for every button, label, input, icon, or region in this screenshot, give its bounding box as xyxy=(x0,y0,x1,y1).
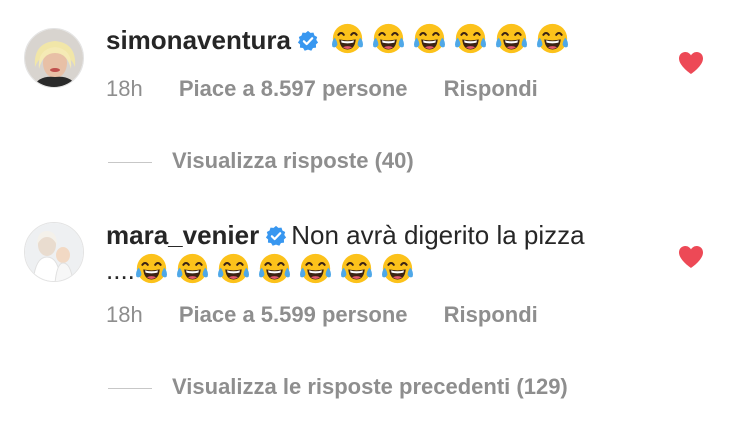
tears-of-joy-emoji xyxy=(299,253,331,284)
view-replies-label: Visualizza le risposte precedenti (129) xyxy=(172,374,568,399)
comment-mara-venier: mara_venier Non avrà digerito la pizza .… xyxy=(0,200,750,433)
emoji-row xyxy=(323,23,569,55)
likes-count-button[interactable]: Piace a 8.597 persone xyxy=(179,76,408,101)
likes-count-button[interactable]: Piace a 5.599 persone xyxy=(179,302,408,327)
tears-of-joy-emoji xyxy=(495,23,527,54)
tears-of-joy-emoji xyxy=(372,23,404,54)
tears-of-joy-emoji xyxy=(413,23,445,54)
reply-button[interactable]: Rispondi xyxy=(444,76,538,101)
comment-body: mara_venier Non avrà digerito la pizza .… xyxy=(106,218,666,287)
reply-button[interactable]: Rispondi xyxy=(444,302,538,327)
verified-badge-icon xyxy=(297,30,319,51)
emoji-row xyxy=(127,253,414,285)
heart-icon[interactable] xyxy=(678,51,704,75)
username[interactable]: mara_venier xyxy=(106,220,259,250)
username[interactable]: simonaventura xyxy=(106,25,291,55)
comment-meta: 18h Piace a 5.599 persone Rispondi xyxy=(106,302,568,328)
comment-simonaventura: simonaventura 18h Piace a 8.597 persone … xyxy=(0,0,750,200)
comment-time: 18h xyxy=(106,76,143,101)
tears-of-joy-emoji xyxy=(258,253,290,284)
avatar-mara-venier[interactable] xyxy=(24,222,84,282)
view-replies-button[interactable]: Visualizza risposte (40) xyxy=(108,148,414,174)
comment-body: simonaventura xyxy=(106,22,666,57)
divider-line xyxy=(108,387,152,389)
view-previous-replies-button[interactable]: Visualizza le risposte precedenti (129) xyxy=(108,374,568,400)
tears-of-joy-emoji xyxy=(331,23,363,54)
avatar-simonaventura[interactable] xyxy=(24,28,84,88)
heart-icon[interactable] xyxy=(678,245,704,269)
view-replies-label: Visualizza risposte (40) xyxy=(172,148,414,173)
tears-of-joy-emoji xyxy=(454,23,486,54)
divider-line xyxy=(108,161,152,163)
comment-text: Non avrà digerito la pizza xyxy=(291,220,585,250)
comment-meta: 18h Piace a 8.597 persone Rispondi xyxy=(106,76,568,102)
tears-of-joy-emoji xyxy=(340,253,372,284)
tears-of-joy-emoji xyxy=(176,253,208,284)
comment-time: 18h xyxy=(106,302,143,327)
tears-of-joy-emoji xyxy=(217,253,249,284)
verified-badge-icon xyxy=(266,225,287,246)
tears-of-joy-emoji xyxy=(381,253,413,284)
tears-of-joy-emoji xyxy=(536,23,568,54)
tears-of-joy-emoji xyxy=(135,253,167,284)
